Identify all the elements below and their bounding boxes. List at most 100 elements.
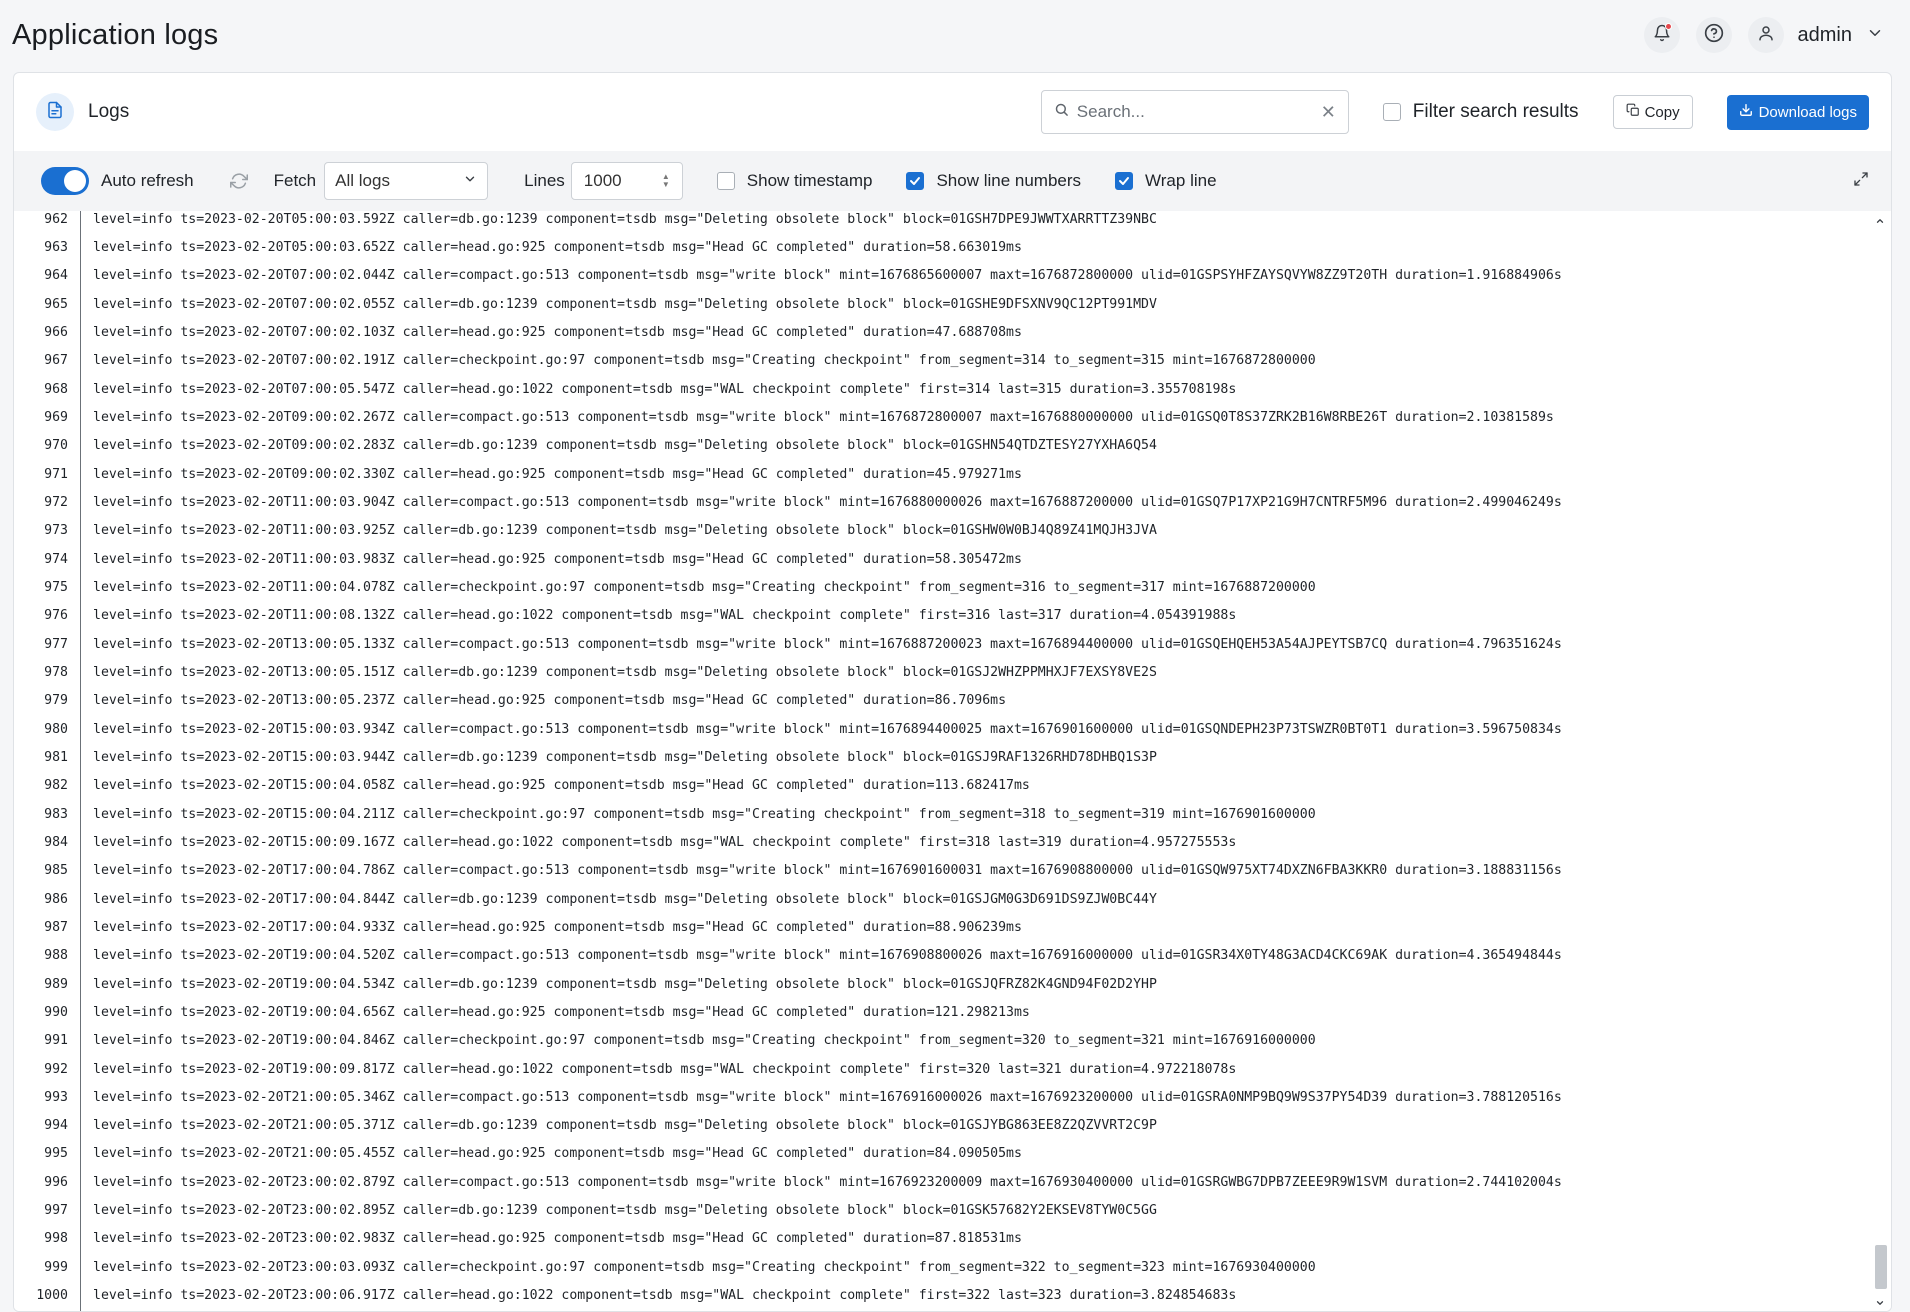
- line-number: 988: [44, 948, 68, 964]
- show-line-numbers-checkbox[interactable]: [906, 172, 925, 190]
- line-number: 972: [44, 494, 68, 510]
- refresh-icon[interactable]: [229, 172, 248, 190]
- copy-button[interactable]: Copy: [1612, 95, 1693, 129]
- line-number: 991: [44, 1033, 68, 1049]
- log-row: 985 level=info ts=2023-02-20T17:00:04.786…: [14, 857, 1867, 885]
- line-number: 966: [44, 324, 68, 340]
- show-timestamp-option[interactable]: Show timestamp: [716, 171, 873, 191]
- log-text: level=info ts=2023-02-20T23:00:02.983Z c…: [93, 1231, 1022, 1247]
- log-viewer[interactable]: 962 level=info ts=2023-02-20T05:00:03.592…: [14, 211, 1891, 1311]
- lines-stepper[interactable]: 1000 ▲ ▼: [570, 162, 683, 200]
- search-input[interactable]: [1076, 102, 1321, 122]
- show-line-numbers-label: Show line numbers: [936, 171, 1082, 190]
- notifications-button[interactable]: [1643, 17, 1680, 53]
- line-number: 996: [44, 1174, 68, 1190]
- chevron-down-icon: [463, 171, 477, 191]
- log-scrollbar[interactable]: [1871, 211, 1889, 1311]
- log-row: 968 level=info ts=2023-02-20T07:00:05.547…: [14, 375, 1867, 403]
- log-row: 979 level=info ts=2023-02-20T13:00:05.237…: [14, 687, 1867, 715]
- line-number: 975: [44, 579, 68, 595]
- log-row: 966 level=info ts=2023-02-20T07:00:02.103…: [14, 318, 1867, 346]
- line-number: 995: [44, 1146, 68, 1162]
- show-timestamp-checkbox[interactable]: [716, 172, 735, 190]
- expand-icon[interactable]: [1853, 171, 1869, 192]
- search-box[interactable]: ✕: [1040, 90, 1349, 134]
- log-text: level=info ts=2023-02-20T11:00:04.078Z c…: [93, 579, 1316, 595]
- lines-value: 1000: [583, 171, 622, 190]
- wrap-line-checkbox[interactable]: [1115, 172, 1134, 190]
- log-text: level=info ts=2023-02-20T15:00:09.167Z c…: [93, 834, 1237, 850]
- filter-search-results[interactable]: Filter search results: [1382, 101, 1579, 123]
- line-number: 999: [44, 1259, 68, 1275]
- scroll-up-icon[interactable]: [1871, 213, 1889, 229]
- panel-header-actions: ✕ Filter search results Copy Download lo…: [1040, 73, 1869, 151]
- log-text: level=info ts=2023-02-20T19:00:04.520Z c…: [93, 948, 1562, 964]
- user-name: admin: [1797, 23, 1852, 46]
- log-text: level=info ts=2023-02-20T17:00:04.844Z c…: [93, 891, 1157, 907]
- panel-title: Logs: [88, 101, 130, 122]
- show-timestamp-label: Show timestamp: [746, 171, 873, 190]
- line-number: 985: [44, 863, 68, 879]
- fetch-select[interactable]: All logs: [324, 162, 489, 200]
- log-row: 962 level=info ts=2023-02-20T05:00:03.592…: [14, 211, 1867, 233]
- log-text: level=info ts=2023-02-20T15:00:03.934Z c…: [93, 721, 1562, 737]
- log-lines: 962 level=info ts=2023-02-20T05:00:03.592…: [14, 211, 1867, 1310]
- check-icon: [910, 177, 921, 185]
- log-row: 995 level=info ts=2023-02-20T21:00:05.455…: [14, 1140, 1867, 1168]
- line-number: 973: [44, 523, 68, 539]
- log-row: 970 level=info ts=2023-02-20T09:00:02.283…: [14, 432, 1867, 460]
- download-icon: [1739, 103, 1753, 121]
- panel-header: Logs ✕ Filter search results Copy: [14, 73, 1891, 151]
- log-row: 991 level=info ts=2023-02-20T19:00:04.846…: [14, 1027, 1867, 1055]
- line-number: 962: [44, 211, 68, 227]
- log-text: level=info ts=2023-02-20T13:00:05.151Z c…: [93, 664, 1157, 680]
- log-text: level=info ts=2023-02-20T11:00:03.904Z c…: [93, 494, 1562, 510]
- show-line-numbers-option[interactable]: Show line numbers: [906, 171, 1081, 191]
- line-number: 989: [44, 976, 68, 992]
- line-number: 974: [44, 551, 68, 567]
- download-logs-button[interactable]: Download logs: [1726, 94, 1869, 130]
- line-number: 963: [44, 239, 68, 255]
- log-text: level=info ts=2023-02-20T05:00:03.652Z c…: [93, 239, 1022, 255]
- line-number: 977: [44, 636, 68, 652]
- log-text: level=info ts=2023-02-20T19:00:04.534Z c…: [93, 976, 1157, 992]
- line-number: 998: [44, 1231, 68, 1247]
- log-row: 983 level=info ts=2023-02-20T15:00:04.211…: [14, 800, 1867, 828]
- log-row: 984 level=info ts=2023-02-20T15:00:09.167…: [14, 828, 1867, 856]
- line-number: 997: [44, 1203, 68, 1219]
- top-actions: admin: [1643, 17, 1898, 53]
- log-row: 994 level=info ts=2023-02-20T21:00:05.371…: [14, 1112, 1867, 1140]
- log-row: 999 level=info ts=2023-02-20T23:00:03.093…: [14, 1253, 1867, 1281]
- copy-button-label: Copy: [1644, 103, 1680, 121]
- wrap-line-option[interactable]: Wrap line: [1115, 171, 1217, 191]
- check-icon: [1119, 177, 1130, 185]
- wrap-line-label: Wrap line: [1145, 171, 1217, 190]
- line-number: 979: [44, 693, 68, 709]
- user-menu[interactable]: admin: [1747, 17, 1884, 53]
- log-row: 964 level=info ts=2023-02-20T07:00:02.044…: [14, 262, 1867, 290]
- help-button[interactable]: [1695, 17, 1732, 53]
- auto-refresh-toggle[interactable]: [41, 167, 89, 195]
- line-number: 970: [44, 438, 68, 454]
- log-row: 998 level=info ts=2023-02-20T23:00:02.983…: [14, 1225, 1867, 1253]
- scroll-down-icon[interactable]: [1871, 1295, 1889, 1311]
- line-number: 971: [44, 466, 68, 482]
- log-text: level=info ts=2023-02-20T13:00:05.237Z c…: [93, 693, 1007, 709]
- log-text: level=info ts=2023-02-20T05:00:03.592Z c…: [93, 211, 1157, 227]
- log-row: 992 level=info ts=2023-02-20T19:00:09.817…: [14, 1055, 1867, 1083]
- log-text: level=info ts=2023-02-20T09:00:02.267Z c…: [93, 409, 1554, 425]
- line-number: 984: [44, 834, 68, 850]
- line-number: 965: [44, 296, 68, 312]
- log-text: level=info ts=2023-02-20T21:00:05.455Z c…: [93, 1146, 1022, 1162]
- log-text: level=info ts=2023-02-20T23:00:02.879Z c…: [93, 1174, 1562, 1190]
- line-number: 981: [44, 749, 68, 765]
- stepper-arrows-icon[interactable]: ▲ ▼: [662, 173, 670, 189]
- filter-search-results-checkbox[interactable]: [1382, 103, 1401, 121]
- log-row: 976 level=info ts=2023-02-20T11:00:08.132…: [14, 602, 1867, 630]
- log-row: 987 level=info ts=2023-02-20T17:00:04.933…: [14, 913, 1867, 941]
- log-text: level=info ts=2023-02-20T09:00:02.330Z c…: [93, 466, 1022, 482]
- scroll-thumb[interactable]: [1875, 1245, 1887, 1289]
- line-number: 969: [44, 409, 68, 425]
- log-row: 969 level=info ts=2023-02-20T09:00:02.267…: [14, 403, 1867, 431]
- clear-search-icon[interactable]: ✕: [1321, 102, 1336, 123]
